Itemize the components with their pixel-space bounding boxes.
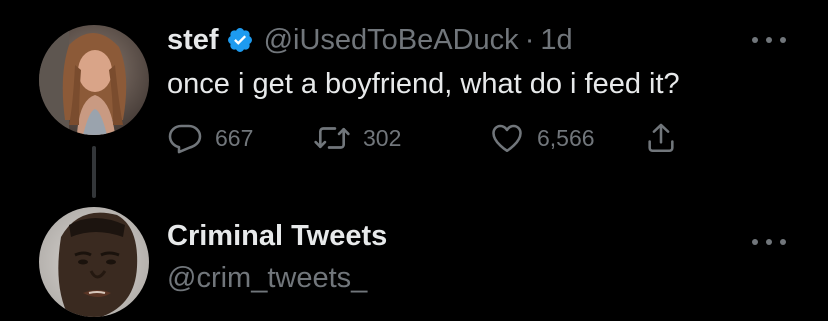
profile-photo-criminal-tweets [39,207,149,317]
separator-dot: · [524,23,535,56]
reply-count: 667 [215,124,254,151]
verified-badge-icon [226,26,254,54]
retweet-button[interactable]: 302 [313,116,401,160]
display-name[interactable]: stef [167,24,219,57]
like-count: 6,566 [537,124,595,151]
tweet-action-bar: 667 302 6,566 [167,116,687,160]
share-button[interactable] [644,116,678,160]
user-handle[interactable]: @iUsedToBeADuck [264,24,519,57]
avatar[interactable] [39,25,149,135]
tweet-timestamp[interactable]: 1d [540,24,572,57]
more-options-icon[interactable] [752,30,786,50]
tweet-text: once i get a boyfriend, what do i feed i… [167,68,680,100]
profile-photo-stef [39,25,149,135]
retweet-count: 302 [363,124,402,151]
reply-button[interactable]: 667 [167,116,253,160]
reply-icon [167,120,203,156]
avatar[interactable] [39,207,149,317]
heart-icon [489,120,525,156]
share-icon [644,120,678,156]
tweet-header: stef @iUsedToBeADuck · 1d [167,18,573,62]
more-options-icon[interactable] [752,232,786,252]
like-button[interactable]: 6,566 [489,116,595,160]
account-display-name[interactable]: Criminal Tweets [167,220,387,253]
account-handle[interactable]: @crim_tweets_ [167,262,367,295]
retweet-icon [313,120,351,156]
thread-connector-line [92,146,96,198]
